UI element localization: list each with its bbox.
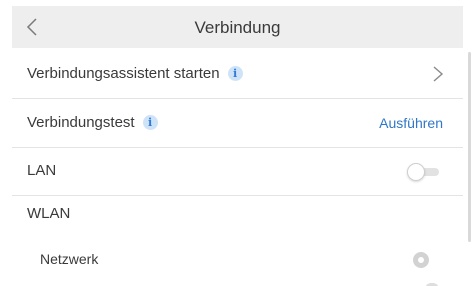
connection-screen: Verbindung Verbindungsassistent starten i… xyxy=(0,0,473,286)
chevron-right-icon xyxy=(433,66,444,82)
assistant-row[interactable]: Verbindungsassistent starten i xyxy=(12,50,463,99)
lan-toggle[interactable] xyxy=(407,163,441,181)
wlan-label: WLAN xyxy=(27,205,71,222)
assistant-label: Verbindungsassistent starten xyxy=(27,65,220,82)
run-test-button[interactable]: Ausführen xyxy=(379,115,443,131)
assistant-label-group: Verbindungsassistent starten i xyxy=(27,65,243,82)
connection-test-label-group: Verbindungstest i xyxy=(27,114,158,131)
network-row[interactable]: Netzwerk xyxy=(12,236,463,284)
lan-row: LAN xyxy=(12,147,463,196)
radio-dot xyxy=(418,257,424,263)
info-icon[interactable]: i xyxy=(142,115,158,130)
lan-label: LAN xyxy=(27,162,57,179)
connection-test-label: Verbindungstest xyxy=(27,114,135,131)
info-icon[interactable]: i xyxy=(227,66,243,81)
header-bar: Verbindung xyxy=(12,6,463,48)
wlan-section-header: WLAN xyxy=(12,190,463,238)
page-title: Verbindung xyxy=(194,18,281,37)
connection-test-row: Verbindungstest i Ausführen xyxy=(12,99,463,148)
network-label: Netzwerk xyxy=(40,251,99,267)
network-radio[interactable] xyxy=(413,252,429,268)
toggle-knob xyxy=(407,163,425,181)
scrollbar[interactable] xyxy=(468,52,471,242)
